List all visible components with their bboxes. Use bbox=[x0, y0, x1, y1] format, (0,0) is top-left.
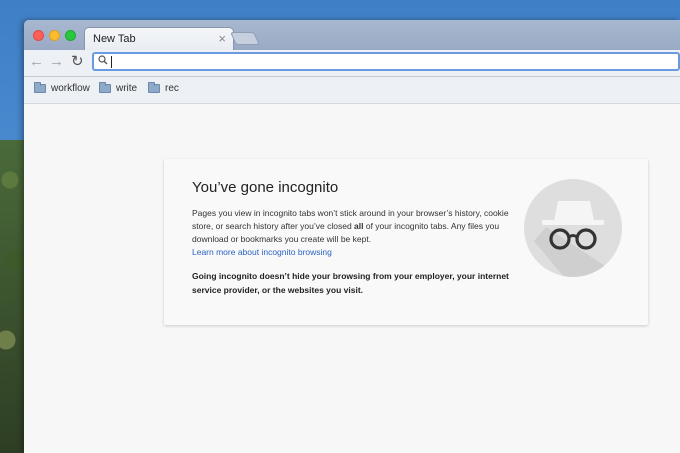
desktop-background bbox=[0, 140, 26, 453]
incognito-icon bbox=[524, 179, 622, 277]
bookmark-label: workflow bbox=[51, 83, 90, 94]
address-bar[interactable] bbox=[92, 52, 680, 71]
window-maximize-button[interactable] bbox=[65, 30, 76, 41]
toolbar: ← → ↻ bbox=[24, 50, 680, 77]
bookmark-label: rec bbox=[165, 83, 179, 94]
bookmark-workflow[interactable]: workflow bbox=[34, 82, 90, 94]
tab-title: New Tab bbox=[93, 33, 136, 45]
folder-icon bbox=[148, 82, 160, 93]
tab-strip: New Tab × bbox=[24, 20, 680, 51]
tab-new-tab[interactable]: New Tab × bbox=[84, 27, 234, 51]
bookmark-rec[interactable]: rec bbox=[148, 82, 179, 94]
bookmark-label: write bbox=[116, 83, 138, 94]
page-title: You’ve gone incognito bbox=[192, 179, 339, 196]
search-icon bbox=[98, 55, 108, 68]
new-tab-button[interactable] bbox=[229, 32, 261, 45]
bookmark-write[interactable]: write bbox=[99, 82, 138, 94]
bookmarks-bar: workflow write rec bbox=[24, 77, 680, 104]
close-icon[interactable]: × bbox=[218, 31, 226, 46]
folder-icon bbox=[99, 82, 111, 93]
incognito-warning: Going incognito doesn’t hide your browsi… bbox=[192, 271, 509, 295]
reload-button[interactable]: ↻ bbox=[71, 53, 84, 71]
incognito-description: Pages you view in incognito tabs won’t s… bbox=[192, 207, 512, 246]
learn-more-link[interactable]: Learn more about incognito browsing bbox=[192, 247, 332, 257]
description-bold: all bbox=[354, 221, 364, 231]
page-content: You’ve gone incognito Pages you view in … bbox=[24, 104, 680, 453]
forward-button[interactable]: → bbox=[49, 53, 64, 71]
window-close-button[interactable] bbox=[33, 30, 44, 41]
folder-icon bbox=[34, 82, 46, 93]
back-button[interactable]: ← bbox=[29, 53, 44, 71]
text-cursor bbox=[111, 56, 112, 68]
window-minimize-button[interactable] bbox=[49, 30, 60, 41]
browser-window: New Tab × ← → ↻ workflow write rec You’v… bbox=[24, 20, 680, 453]
incognito-card: You’ve gone incognito Pages you view in … bbox=[164, 159, 648, 325]
